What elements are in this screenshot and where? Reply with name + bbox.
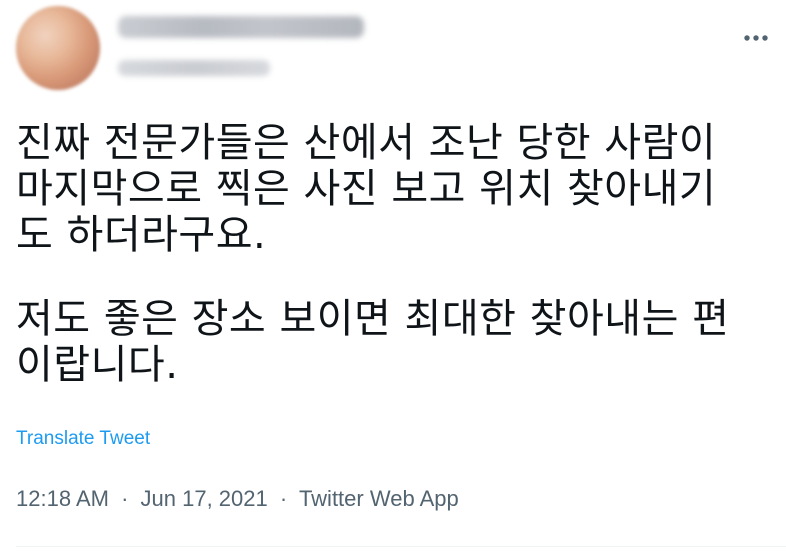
divider — [16, 546, 786, 547]
tweet-text-line: 이랍니다. — [16, 342, 179, 388]
separator: · — [121, 486, 129, 511]
tweet-source-link[interactable]: Twitter Web App — [299, 486, 459, 511]
tweet-text-line: 도 하더라구요. — [16, 212, 267, 258]
author-info — [118, 16, 364, 76]
tweet-text: 진짜 전문가들은 산에서 조난 당한 사람이 마지막으로 찍은 사진 보고 위치… — [16, 120, 776, 388]
tweet-text-line: 진짜 전문가들은 산에서 조난 당한 사람이 — [16, 120, 717, 166]
avatar[interactable] — [16, 6, 100, 90]
more-horizontal-icon — [744, 35, 768, 41]
tweet-time: 12:18 AM — [16, 486, 109, 511]
tweet-date: Jun 17, 2021 — [140, 486, 268, 511]
tweet-text-line: 저도 좋은 장소 보이면 최대한 찾아내는 편 — [16, 296, 730, 342]
separator: · — [279, 486, 288, 511]
tweet-text-line: 마지막으로 찍은 사진 보고 위치 찾아내기 — [16, 166, 717, 212]
tweet: 진짜 전문가들은 산에서 조난 당한 사람이 마지막으로 찍은 사진 보고 위치… — [0, 0, 786, 554]
author-handle-blurred[interactable] — [118, 60, 270, 76]
tweet-metadata: 12:18 AM · Jun 17, 2021 · Twitter Web Ap… — [16, 486, 459, 512]
author-name-blurred[interactable] — [118, 16, 364, 38]
tweet-timestamp[interactable]: 12:18 AM · Jun 17, 2021 — [16, 486, 274, 511]
more-options-button[interactable] — [738, 20, 774, 56]
translate-tweet-link[interactable]: Translate Tweet — [16, 428, 150, 450]
